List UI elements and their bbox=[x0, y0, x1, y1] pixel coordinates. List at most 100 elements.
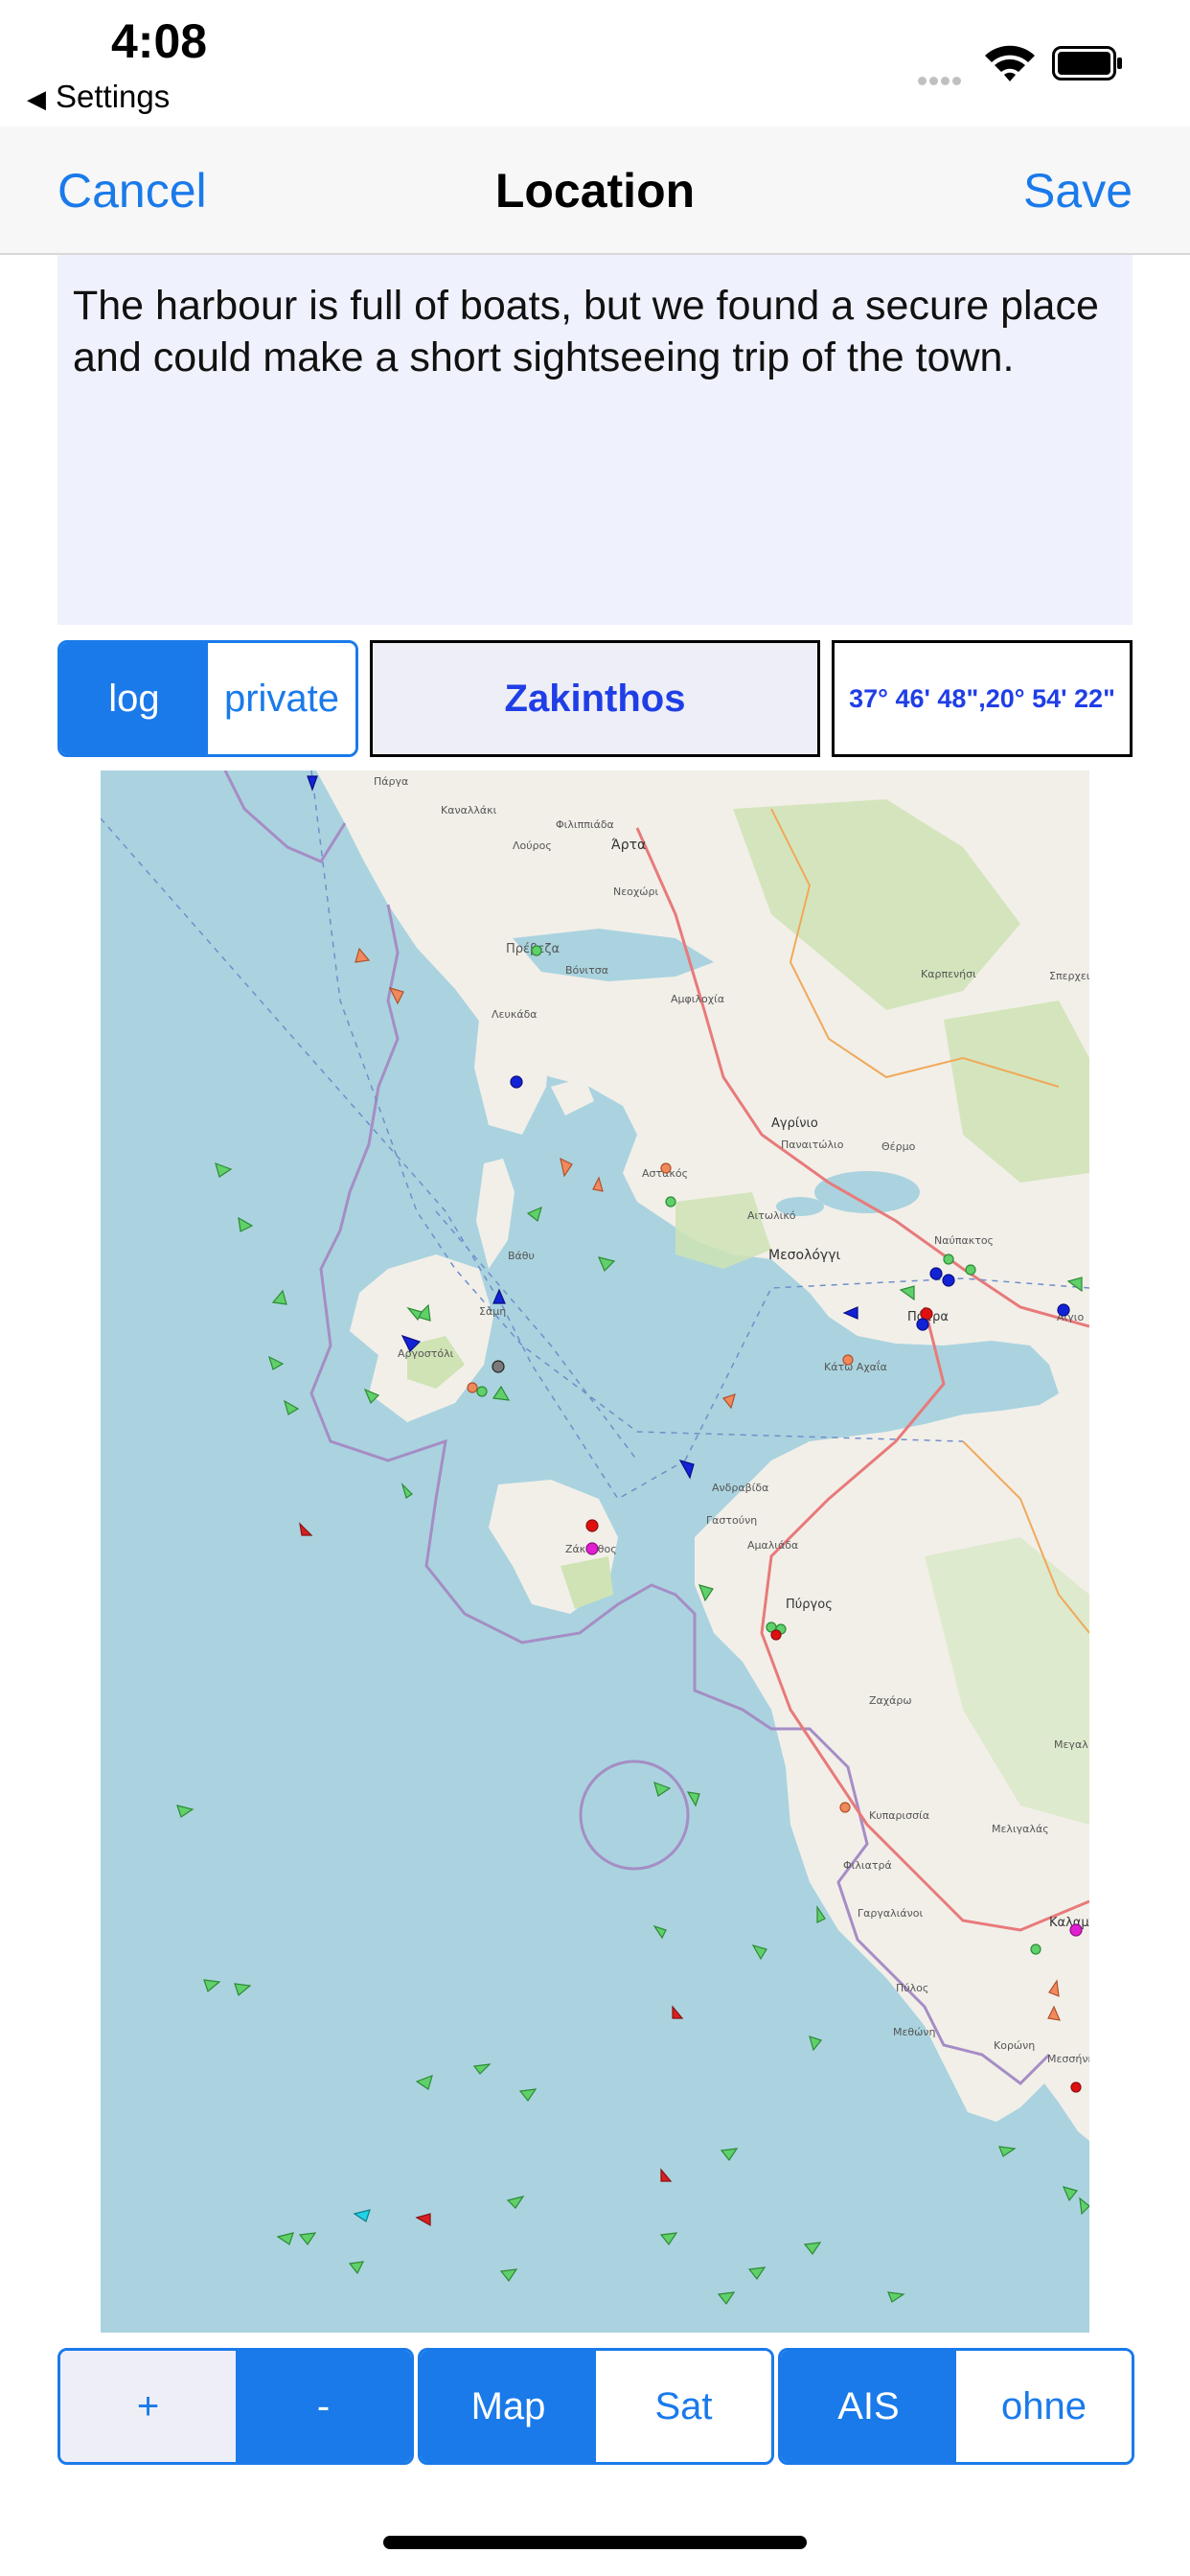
map-label: Ανδραβίδα bbox=[712, 1482, 768, 1494]
ais-vessel-green[interactable] bbox=[400, 1482, 413, 1499]
ais-vessel-blue[interactable] bbox=[492, 1288, 506, 1304]
place-name-button[interactable]: Zakinthos bbox=[370, 640, 820, 757]
ais-vessel-orange[interactable] bbox=[721, 1393, 736, 1410]
ais-vessel-green[interactable] bbox=[492, 1385, 511, 1401]
ais-vessel-blue[interactable] bbox=[678, 1460, 695, 1480]
segment-sat[interactable]: Sat bbox=[596, 2351, 771, 2462]
ais-vessel-green[interactable] bbox=[652, 1924, 667, 1940]
ais-station-blue[interactable] bbox=[942, 1274, 955, 1287]
ais-vessel-green[interactable] bbox=[887, 2291, 905, 2303]
ais-vessel-green[interactable] bbox=[298, 2232, 317, 2246]
ais-vessel-green[interactable] bbox=[1079, 2196, 1089, 2216]
map-view[interactable]: Πάργα Καναλλάκι Φιλιππιάδα Λούρος Άρτα Ν… bbox=[101, 770, 1089, 2333]
ais-station-gray[interactable] bbox=[492, 1360, 505, 1373]
map-label: Μελιγαλάς bbox=[992, 1823, 1049, 1835]
ais-vessel-orange[interactable] bbox=[355, 947, 371, 963]
ais-vessel-green[interactable] bbox=[720, 2148, 739, 2162]
cancel-button[interactable]: Cancel bbox=[57, 163, 207, 218]
note-textarea[interactable]: The harbour is full of boats, but we fou… bbox=[57, 255, 1133, 625]
ais-vessel-green[interactable] bbox=[215, 1162, 233, 1178]
ais-station-blue[interactable] bbox=[929, 1267, 943, 1280]
ais-vessel-blue[interactable] bbox=[307, 775, 318, 792]
home-indicator[interactable] bbox=[383, 2536, 807, 2549]
map-label: Φιλιππιάδα bbox=[556, 818, 614, 831]
status-time: 4:08 bbox=[111, 14, 208, 68]
ais-station-green[interactable] bbox=[1030, 1944, 1041, 1955]
ais-station-magenta[interactable] bbox=[585, 1542, 599, 1555]
ais-vessel-green[interactable] bbox=[998, 2146, 1017, 2157]
ais-vessel-red[interactable] bbox=[299, 1522, 313, 1536]
ais-station-blue[interactable] bbox=[510, 1075, 523, 1089]
ais-vessel-green[interactable] bbox=[234, 1983, 252, 1997]
ais-vessel-green[interactable] bbox=[506, 2196, 525, 2209]
navigation-bar: Location Cancel Save bbox=[0, 126, 1190, 255]
map-label: Λούρος bbox=[513, 840, 552, 852]
ais-station-orange[interactable] bbox=[839, 1802, 851, 1813]
ais-station-green[interactable] bbox=[943, 1254, 954, 1265]
ais-vessel-green[interactable] bbox=[271, 1289, 287, 1305]
ais-vessel-green[interactable] bbox=[659, 2232, 678, 2246]
ais-station-green[interactable] bbox=[665, 1196, 676, 1208]
ais-vessel-green[interactable] bbox=[499, 2268, 518, 2283]
map-label: Λευκάδα bbox=[492, 1008, 538, 1021]
map-label: Μεσσήνη bbox=[1047, 2053, 1089, 2065]
ais-vessel-green[interactable] bbox=[526, 1206, 542, 1223]
map-label: Καλαμάτα bbox=[1049, 1916, 1089, 1930]
ais-vessel-green[interactable] bbox=[686, 1791, 700, 1807]
coordinates-button[interactable]: 37° 46' 48",20° 54' 22" bbox=[832, 640, 1133, 757]
ais-vessel-green[interactable] bbox=[176, 1805, 195, 1818]
map-label: Κορώνη bbox=[994, 2039, 1035, 2052]
ais-station-orange[interactable] bbox=[467, 1382, 478, 1393]
ais-station-green[interactable] bbox=[965, 1264, 976, 1276]
ais-vessel-green[interactable] bbox=[268, 1355, 285, 1370]
ais-vessel-orange[interactable] bbox=[560, 1157, 573, 1178]
segment-map[interactable]: Map bbox=[421, 2351, 596, 2462]
segment-private[interactable]: private bbox=[208, 643, 355, 754]
ais-station-red[interactable] bbox=[920, 1307, 933, 1321]
map-label: Κάτω Αχαΐα bbox=[824, 1360, 887, 1373]
ais-vessel-green[interactable] bbox=[348, 2261, 365, 2275]
ais-vessel-green[interactable] bbox=[472, 2063, 492, 2075]
segment-log[interactable]: log bbox=[60, 643, 208, 754]
map-label: Μεγαλ bbox=[1054, 1738, 1088, 1751]
ais-vessel-green[interactable] bbox=[803, 2242, 822, 2256]
ais-vessel-green[interactable] bbox=[238, 1216, 254, 1232]
ais-station-red[interactable] bbox=[770, 1629, 782, 1641]
ais-vessel-green[interactable] bbox=[415, 2075, 433, 2090]
ais-vessel-green[interactable] bbox=[284, 1399, 300, 1415]
map-label: Αμαλιάδα bbox=[747, 1539, 798, 1552]
ais-station-red[interactable] bbox=[1070, 2082, 1082, 2093]
save-button[interactable]: Save bbox=[1023, 163, 1133, 218]
segment-ohne[interactable]: ohne bbox=[956, 2351, 1132, 2462]
ais-vessel-cyan[interactable] bbox=[353, 2209, 371, 2222]
ais-vessel-green[interactable] bbox=[751, 1944, 767, 1961]
ais-station-green[interactable] bbox=[531, 945, 542, 956]
ais-vessel-green[interactable] bbox=[1062, 2186, 1079, 2202]
segment-ais[interactable]: AIS bbox=[781, 2351, 956, 2462]
ais-vessel-green[interactable] bbox=[203, 1979, 221, 1993]
ais-vessel-green[interactable] bbox=[653, 1782, 672, 1797]
log-type-segmented-control: log private bbox=[57, 640, 358, 757]
ais-vessel-orange[interactable] bbox=[388, 987, 404, 1005]
ais-vessel-green[interactable] bbox=[809, 2036, 823, 2052]
ais-vessel-green[interactable] bbox=[518, 2088, 538, 2103]
ais-vessel-green[interactable] bbox=[597, 1256, 616, 1273]
ais-station-orange[interactable] bbox=[660, 1162, 672, 1174]
ais-station-blue[interactable] bbox=[1057, 1303, 1070, 1317]
ais-station-red[interactable] bbox=[585, 1519, 599, 1532]
ais-vessel-green[interactable] bbox=[816, 1905, 826, 1923]
ais-station-orange[interactable] bbox=[842, 1354, 854, 1366]
ais-vessel-red[interactable] bbox=[672, 2005, 684, 2019]
ais-station-green[interactable] bbox=[476, 1386, 488, 1397]
back-to-app-link[interactable]: ◀ Settings bbox=[27, 79, 170, 115]
ais-vessel-red[interactable] bbox=[415, 2213, 431, 2227]
zoom-out-button[interactable]: - bbox=[236, 2351, 411, 2462]
ais-station-blue[interactable] bbox=[916, 1318, 929, 1331]
ais-vessel-green[interactable] bbox=[276, 2232, 294, 2245]
ais-vessel-orange[interactable] bbox=[592, 1176, 604, 1192]
ais-vessel-green[interactable] bbox=[747, 2266, 767, 2281]
ais-vessel-green[interactable] bbox=[717, 2291, 736, 2306]
ais-station-magenta[interactable] bbox=[1069, 1923, 1083, 1937]
zoom-in-button[interactable]: + bbox=[60, 2351, 236, 2462]
ais-vessel-red[interactable] bbox=[660, 2168, 673, 2182]
